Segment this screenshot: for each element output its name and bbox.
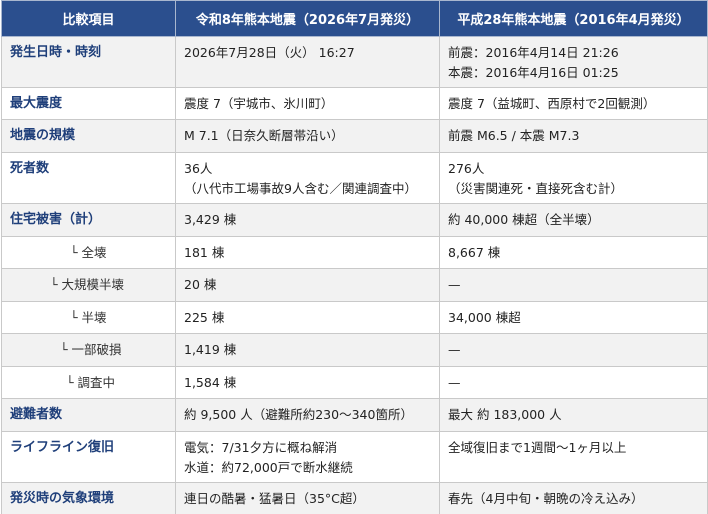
cell-2016: 全域復旧まで1週間〜1ヶ月以上 bbox=[439, 431, 708, 483]
table-row: ライフライン復旧 電気：7/31夕方に概ね解消 水道：約72,000戸で断水継続 … bbox=[1, 431, 708, 483]
cell-text: 約 40,000 棟超（全半壊） bbox=[448, 212, 600, 227]
cell-text: — bbox=[448, 277, 461, 292]
cell-2016: — bbox=[439, 268, 708, 302]
cell-2016: 34,000 棟超 bbox=[439, 301, 708, 334]
cell-text: 連日の酷暑・猛暑日（35°C超） bbox=[184, 491, 365, 506]
cell-2026: 3,429 棟 bbox=[175, 203, 440, 237]
cell-text: — bbox=[448, 375, 461, 390]
cell-2016: 前震 M6.5 / 本震 M7.3 bbox=[439, 119, 708, 153]
table-row: └ 全壊 181 棟 8,667 棟 bbox=[1, 236, 708, 269]
row-label: └ 一部破損 bbox=[1, 333, 176, 367]
table-row: └ 一部破損 1,419 棟 — bbox=[1, 333, 708, 367]
cell-text: （八代市工場事故9人含む／関連調査中） bbox=[184, 181, 417, 196]
table-row: 発生日時・時刻 2026年7月28日（火） 16:27 前震：2016年4月14… bbox=[1, 36, 708, 88]
cell-2016: 8,667 棟 bbox=[439, 236, 708, 269]
cell-2026: 震度 7（宇城市、氷川町） bbox=[175, 87, 440, 120]
row-label: └ 大規模半壊 bbox=[1, 268, 176, 302]
table-row: 地震の規模 M 7.1（日奈久断層帯沿い） 前震 M6.5 / 本震 M7.3 bbox=[1, 119, 708, 153]
row-label: 住宅被害（計） bbox=[1, 203, 176, 237]
cell-text: 8,667 棟 bbox=[448, 245, 501, 260]
row-label: 発生日時・時刻 bbox=[1, 36, 176, 88]
cell-text: 全域復旧まで1週間〜1ヶ月以上 bbox=[448, 440, 627, 455]
cell-text: 前震 M6.5 / 本震 M7.3 bbox=[448, 128, 580, 143]
cell-text: M 7.1（日奈久断層帯沿い） bbox=[184, 128, 344, 143]
cell-2016: 約 40,000 棟超（全半壊） bbox=[439, 203, 708, 237]
cell-2026: M 7.1（日奈久断層帯沿い） bbox=[175, 119, 440, 153]
cell-2026: 225 棟 bbox=[175, 301, 440, 334]
cell-text: 36人 bbox=[184, 161, 213, 176]
cell-text: 225 棟 bbox=[184, 310, 225, 325]
header-kumamoto-2026: 令和8年熊本地震（2026年7月発災） bbox=[175, 0, 440, 37]
table-row: └ 大規模半壊 20 棟 — bbox=[1, 268, 708, 302]
cell-2026: 36人 （八代市工場事故9人含む／関連調査中） bbox=[175, 152, 440, 204]
cell-2016: 前震：2016年4月14日 21:26 本震：2016年4月16日 01:25 bbox=[439, 36, 708, 88]
table-row: └ 調査中 1,584 棟 — bbox=[1, 366, 708, 399]
table-row: 住宅被害（計） 3,429 棟 約 40,000 棟超（全半壊） bbox=[1, 203, 708, 237]
cell-2026: 2026年7月28日（火） 16:27 bbox=[175, 36, 440, 88]
cell-text: 20 棟 bbox=[184, 277, 217, 292]
cell-text: 276人 bbox=[448, 161, 485, 176]
row-label: └ 全壊 bbox=[1, 236, 176, 269]
cell-2026: 電気：7/31夕方に概ね解消 水道：約72,000戸で断水継続 bbox=[175, 431, 440, 483]
row-label: 地震の規模 bbox=[1, 119, 176, 153]
cell-2026: 連日の酷暑・猛暑日（35°C超） bbox=[175, 482, 440, 514]
row-label: 避難者数 bbox=[1, 398, 176, 432]
cell-2026: 20 棟 bbox=[175, 268, 440, 302]
cell-2016: 春先（4月中旬・朝晩の冷え込み） bbox=[439, 482, 708, 514]
row-label: └ 半壊 bbox=[1, 301, 176, 334]
cell-text: 2026年7月28日（火） 16:27 bbox=[184, 45, 355, 60]
cell-text: 34,000 棟超 bbox=[448, 310, 521, 325]
row-label: 死者数 bbox=[1, 152, 176, 204]
cell-text: — bbox=[448, 342, 461, 357]
cell-2026: 約 9,500 人（避難所約230〜340箇所） bbox=[175, 398, 440, 432]
cell-text: 本震：2016年4月16日 01:25 bbox=[448, 65, 619, 80]
cell-text: 最大 約 183,000 人 bbox=[448, 407, 562, 422]
cell-text: 震度 7（益城町、西原村で2回観測） bbox=[448, 96, 656, 111]
cell-text: 181 棟 bbox=[184, 245, 225, 260]
row-label: └ 調査中 bbox=[1, 366, 176, 399]
cell-text: 3,429 棟 bbox=[184, 212, 237, 227]
header-kumamoto-2016: 平成28年熊本地震（2016年4月発災） bbox=[439, 0, 708, 37]
cell-text: 震度 7（宇城市、氷川町） bbox=[184, 96, 334, 111]
cell-text: 1,584 棟 bbox=[184, 375, 237, 390]
header-row: 比較項目 令和8年熊本地震（2026年7月発災） 平成28年熊本地震（2016年… bbox=[1, 0, 708, 37]
table-row: 最大震度 震度 7（宇城市、氷川町） 震度 7（益城町、西原村で2回観測） bbox=[1, 87, 708, 120]
cell-2016: 震度 7（益城町、西原村で2回観測） bbox=[439, 87, 708, 120]
cell-2026: 1,419 棟 bbox=[175, 333, 440, 367]
header-item: 比較項目 bbox=[1, 0, 176, 37]
table-row: └ 半壊 225 棟 34,000 棟超 bbox=[1, 301, 708, 334]
comparison-table: 比較項目 令和8年熊本地震（2026年7月発災） 平成28年熊本地震（2016年… bbox=[1, 0, 708, 514]
cell-text: 約 9,500 人（避難所約230〜340箇所） bbox=[184, 407, 413, 422]
cell-2016: — bbox=[439, 366, 708, 399]
cell-text: 電気：7/31夕方に概ね解消 bbox=[184, 440, 338, 455]
cell-2026: 181 棟 bbox=[175, 236, 440, 269]
cell-text: 前震：2016年4月14日 21:26 bbox=[448, 45, 619, 60]
cell-2016: 276人 （災害関連死・直接死含む計） bbox=[439, 152, 708, 204]
cell-text: 1,419 棟 bbox=[184, 342, 237, 357]
table-row: 避難者数 約 9,500 人（避難所約230〜340箇所） 最大 約 183,0… bbox=[1, 398, 708, 432]
row-label: 発災時の気象環境 bbox=[1, 482, 176, 514]
table-row: 発災時の気象環境 連日の酷暑・猛暑日（35°C超） 春先（4月中旬・朝晩の冷え込… bbox=[1, 482, 708, 514]
cell-text: 春先（4月中旬・朝晩の冷え込み） bbox=[448, 491, 644, 506]
cell-2016: — bbox=[439, 333, 708, 367]
row-label: ライフライン復旧 bbox=[1, 431, 176, 483]
cell-2016: 最大 約 183,000 人 bbox=[439, 398, 708, 432]
table-row: 死者数 36人 （八代市工場事故9人含む／関連調査中） 276人 （災害関連死・直接… bbox=[1, 152, 708, 204]
row-label: 最大震度 bbox=[1, 87, 176, 120]
cell-text: （災害関連死・直接死含む計） bbox=[448, 181, 624, 196]
cell-2026: 1,584 棟 bbox=[175, 366, 440, 399]
cell-text: 水道：約72,000戸で断水継続 bbox=[184, 460, 353, 475]
